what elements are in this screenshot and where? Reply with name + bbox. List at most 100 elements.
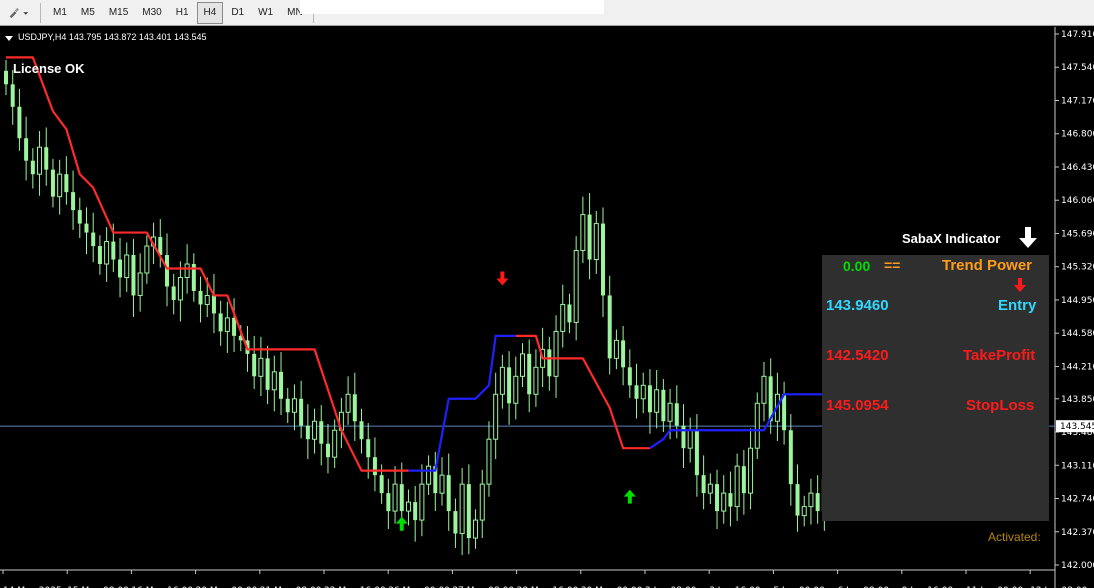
candle-body-bear [211,295,216,314]
pencil-tools-icon [9,7,29,18]
candle-body-bull [560,303,566,332]
entry-label: Entry [998,297,1037,314]
candle-body-bear [366,439,371,458]
candle-body-bear [77,210,82,224]
candle-body-bull [37,146,43,175]
candle-body-bear [741,466,746,494]
buy-arrow-icon [395,516,408,531]
candle-body-bear [71,192,76,211]
toolbar-blank-area [300,0,604,14]
candle-body-bear [84,223,89,233]
candle-body-bull [667,402,673,422]
sabax-title: SabaX Indicator [902,231,1001,246]
price-axis-label: 147.540 [1061,63,1094,73]
candle-body-bull [520,353,525,377]
candle-body-bull [345,393,351,413]
price-axis-label: 146.430 [1061,163,1094,173]
timeframe-h1-button[interactable]: H1 [170,2,195,24]
candle-body-bear [4,70,8,85]
timeframe-m5-button[interactable]: M5 [75,2,101,24]
candle-body-bear [795,484,800,516]
candle-body-bear [325,443,330,458]
timeframe-d1-button[interactable]: D1 [225,2,250,24]
candle-body-bear [587,214,592,260]
white-down-arrow-icon [1019,227,1037,248]
candle-body-bear [600,223,605,296]
price-axis-label: 147.910 [1061,30,1094,40]
candle-body-bear [171,286,176,300]
candle-body-bear [131,255,136,296]
candle-body-bear [17,106,22,139]
candle-body-bear [265,358,270,390]
candle-body-bear [621,340,626,368]
candle-body-bear [399,484,404,512]
timeframe-m30-button[interactable]: M30 [136,2,167,24]
timeframe-m1-button[interactable]: M1 [47,2,73,24]
candle-body-bear [305,425,310,440]
candle-body-bear [64,174,69,193]
chart-tools-dropdown[interactable] [2,2,36,24]
timeframe-buttons: M1 M5 M15 M30 H1 H4 D1 W1 MN [45,1,309,24]
candle-body-bear [507,367,512,404]
candle-body-bear [413,502,418,521]
sell-arrow-icon [496,271,509,286]
candle-body-bear [359,421,364,440]
candle-body-bear [466,484,471,539]
candle-body-bear [661,389,666,422]
price-axis-label: 144.210 [1061,362,1094,372]
candle-body-bull [479,483,485,521]
timeframe-m15-button[interactable]: M15 [103,2,134,24]
candle-body-bull [593,223,599,261]
candle-body-bull [419,483,425,521]
candle-body-bull [104,241,110,265]
timeframe-h4-button[interactable]: H4 [196,1,224,24]
candle-body-bear [386,493,391,512]
candle-body-bull [580,214,586,252]
candle-body-bull [613,339,619,359]
candle-body-bull [473,519,479,539]
sabax-panel [822,255,1049,521]
candle-body-bear [547,349,552,377]
candle-body-bull [439,474,445,494]
candle-body-bull [459,483,465,535]
price-axis-label: 145.320 [1061,263,1094,273]
candle-body-bull [224,317,230,332]
candle-body-bear [607,295,612,359]
candle-body-bull [654,389,660,413]
price-axis-label: 142.000 [1061,561,1094,571]
red-down-arrow-icon [1014,278,1026,292]
price-axis-label: 142.740 [1061,495,1094,505]
toolbar-separator [40,2,41,23]
candle-body-bull [392,483,398,512]
collapse-triangle-icon[interactable] [5,36,13,42]
candle-body-bear [252,353,257,377]
candle-body-bull [734,465,740,508]
candle-body-bear [50,169,55,197]
candle-body-bear [44,147,49,170]
candle-body-bull [177,276,183,301]
candle-body-bear [453,511,458,534]
candle-body-bear [627,367,632,386]
candle-body-bull [513,375,519,404]
candle-body-bear [782,394,787,431]
signal-value: 0.00 [843,258,871,274]
candle-body-bear [10,84,15,107]
candle-body-bear [352,394,357,422]
candle-body-bear [379,475,384,494]
candle-body-bull [184,263,190,278]
price-axis-label: 146.800 [1061,130,1094,140]
timeframe-w1-button[interactable]: W1 [252,2,279,24]
candle-body-bear [681,425,686,449]
candle-body-bear [30,160,35,175]
price-axis-label: 145.690 [1061,229,1094,239]
candle-body-bear [634,385,639,399]
symbol-info: USDJPY,H4 143.795 143.872 143.401 143.54… [18,32,207,42]
candle-body-bear [728,493,733,507]
candle-body-bear [527,353,532,395]
candle-body-bull [801,506,807,517]
buy-arrow-icon [623,489,636,504]
activated-label: Activated: [988,530,1041,544]
trend-power-label: Trend Power [942,257,1033,274]
candle-body-bull [57,173,63,198]
candle-body-bear [694,430,699,476]
